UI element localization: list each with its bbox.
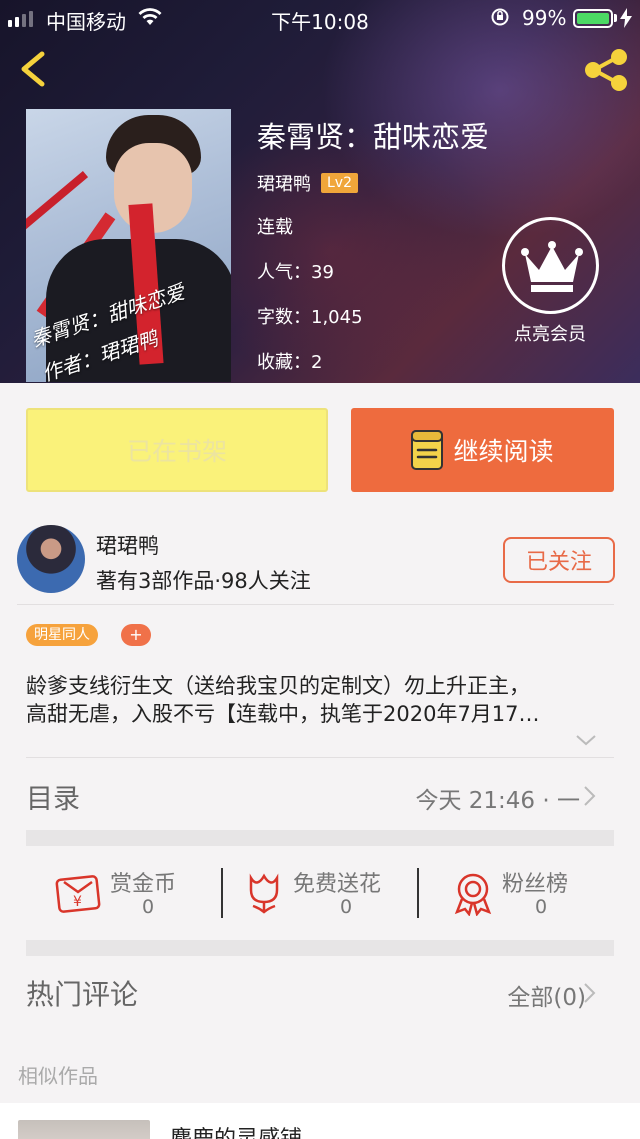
book-cover[interactable]: 秦霄贤：甜味恋爱 作者：珺珺鸭 — [26, 109, 231, 382]
all-comments-link[interactable]: 全部(0) — [507, 978, 586, 1012]
vip-label[interactable]: 点亮会员 — [490, 320, 610, 346]
stat-label: 粉丝榜 — [502, 872, 569, 897]
stat-label: 免费送花 — [293, 872, 382, 897]
in-bookshelf-label: 已在书架 — [126, 437, 227, 466]
author-name[interactable]: 珺珺鸭 — [257, 170, 311, 196]
chevron-right-icon — [584, 983, 596, 1003]
continue-reading-label: 继续阅读 — [453, 437, 554, 466]
book-header: 中国移动 下午10:08 99% 秦霄贤：甜味恋爱 作者：珺珺鸭 秦霄贤：甜味恋… — [0, 0, 640, 383]
back-arrow-icon[interactable] — [14, 48, 54, 90]
latest-update: 今天 21:46 · 一 — [415, 788, 580, 814]
flower-icon — [249, 873, 279, 914]
stat-value: 0 — [142, 896, 155, 918]
stat-value: 0 — [340, 896, 353, 918]
similar-works-label: 相似作品 — [18, 1064, 98, 1088]
fans-ranking-stat[interactable]: 粉丝榜 0 — [452, 858, 592, 922]
crown-icon — [521, 241, 583, 292]
follow-label: 已关注 — [525, 550, 592, 575]
share-icon[interactable] — [582, 48, 630, 92]
svg-text:¥: ¥ — [73, 894, 82, 910]
stat-label: 赏金币 — [110, 872, 177, 897]
free-flowers-stat[interactable]: 免费送花 0 — [245, 858, 415, 922]
avatar[interactable] — [17, 525, 85, 593]
rotation-lock-icon — [491, 8, 509, 26]
intro-line: 高甜无虐，入股不亏【连载中，执笔于2020年7月17… — [26, 702, 540, 726]
intro-line: 龄爹支线衍生文（送给我宝贝的定制文）勿上升正主， — [26, 674, 530, 698]
stat-divider — [417, 868, 419, 918]
divider — [17, 604, 614, 605]
catalog-row[interactable]: 目录 今天 21:46 · 一 — [0, 760, 640, 830]
reward-coins-stat[interactable]: ¥ 赏金币 0 — [55, 858, 205, 922]
charging-icon — [620, 8, 632, 28]
status-bar: 中国移动 下午10:08 99% — [0, 0, 640, 36]
book-intro[interactable]: 龄爹支线衍生文（送给我宝贝的定制文）勿上升正主， 高甜无虐，入股不亏【连载中，执… — [26, 672, 618, 728]
follow-button[interactable]: 已关注 — [503, 537, 615, 583]
author-card-stats: 著有3部作品·98人关注 — [96, 569, 311, 593]
chevron-down-icon[interactable] — [574, 728, 598, 752]
coin-bag-icon: ¥ — [55, 875, 101, 913]
tag-chip[interactable]: 明星同人 — [26, 624, 98, 646]
author-card-name[interactable]: 珺珺鸭 — [96, 530, 159, 560]
section-separator — [26, 830, 614, 846]
section-separator — [26, 940, 614, 956]
battery-nub — [614, 14, 617, 22]
add-tag-button[interactable]: + — [121, 624, 151, 646]
similar-work-item[interactable]: 麋鹿的灵感铺 — [0, 1103, 640, 1139]
catalog-label: 目录 — [26, 784, 80, 815]
similar-work-title: 麋鹿的灵感铺 — [170, 1121, 302, 1139]
vip-button[interactable] — [502, 217, 599, 314]
hot-comments-label: 热门评论 — [26, 978, 139, 1011]
stat-divider — [221, 868, 223, 918]
hot-comments-row[interactable]: 热门评论 全部(0) — [0, 957, 640, 1027]
continue-reading-button[interactable]: 继续阅读 — [351, 408, 614, 492]
word-count: 字数：1,045 — [257, 307, 363, 328]
medal-icon — [454, 873, 492, 916]
battery-percent: 99% — [522, 6, 567, 30]
book-title: 秦霄贤：甜味恋爱 — [257, 120, 490, 154]
chevron-right-icon — [584, 786, 596, 806]
divider — [26, 757, 614, 758]
author-row[interactable]: 珺珺鸭 Lv2 — [257, 170, 358, 196]
stat-value: 0 — [535, 896, 548, 918]
popularity: 人气：39 — [257, 262, 334, 283]
favorites-count: 收藏：2 — [257, 352, 323, 373]
serial-status: 连载 — [257, 217, 293, 238]
battery-icon — [573, 9, 613, 28]
level-badge: Lv2 — [321, 173, 358, 193]
in-bookshelf-button[interactable]: 已在书架 — [26, 408, 328, 492]
similar-work-cover — [18, 1120, 150, 1139]
book-icon — [411, 430, 444, 470]
